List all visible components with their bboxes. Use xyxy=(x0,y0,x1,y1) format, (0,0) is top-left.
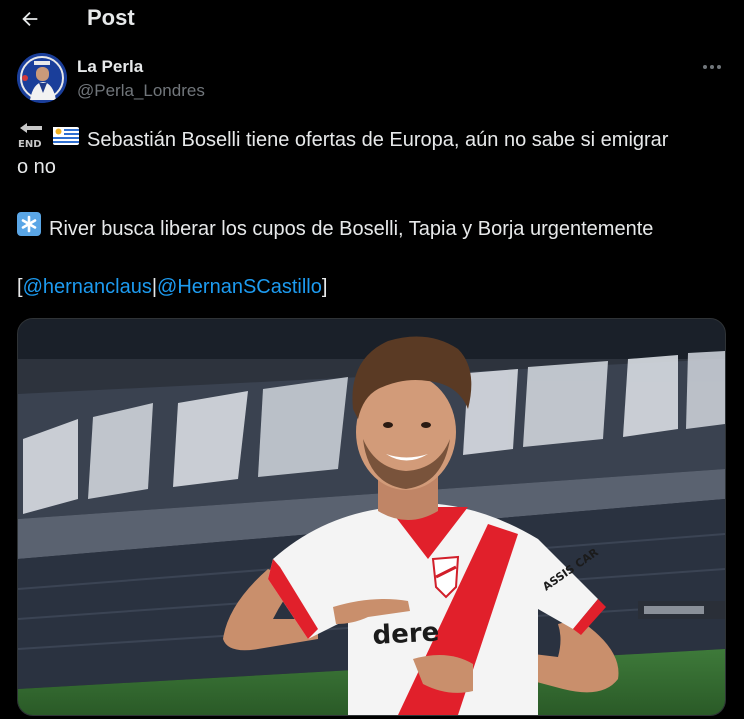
more-button[interactable] xyxy=(698,58,726,76)
mention-hernanclaus[interactable]: @hernanclaus xyxy=(23,276,152,298)
mention-hernanscastillo[interactable]: @HernanSCastillo xyxy=(157,276,322,298)
uruguay-flag-emoji xyxy=(53,125,79,155)
bracket-close: ] xyxy=(321,276,328,298)
svg-text:END: END xyxy=(18,139,42,148)
back-button[interactable] xyxy=(14,4,46,34)
post-text-3: River busca liberar los cupos de Boselli… xyxy=(49,217,654,240)
arrow-left-icon xyxy=(22,11,38,27)
author-display-name[interactable]: La Perla xyxy=(77,57,143,77)
top-bar: Post xyxy=(0,0,744,40)
player-photo: dere ASSIS CAR xyxy=(18,319,725,715)
jersey-sponsor-text: dere xyxy=(372,618,440,651)
post-text-line-2: o no xyxy=(17,156,56,178)
author-handle[interactable]: @Perla_Londres xyxy=(77,81,205,101)
page-title: Post xyxy=(87,5,135,30)
post-text-line-1: END Sebastián Boselli tiene ofertas de E… xyxy=(17,122,668,157)
post-photo[interactable]: dere ASSIS CAR xyxy=(17,318,726,716)
post-text-1: Sebastián Boselli tiene ofertas de Europ… xyxy=(87,128,669,151)
post-page: Post La Perla @Perla_Londres END Sebasti… xyxy=(0,0,744,719)
avatar-image xyxy=(17,53,67,103)
post-mentions-line: [@hernanclaus|@HernanSCastillo] xyxy=(17,272,327,302)
post-text-line-3: River busca liberar los cupos de Boselli… xyxy=(17,212,653,245)
avatar[interactable] xyxy=(17,53,67,103)
asterisk-emoji xyxy=(17,212,41,245)
more-horizontal-icon xyxy=(703,65,721,69)
